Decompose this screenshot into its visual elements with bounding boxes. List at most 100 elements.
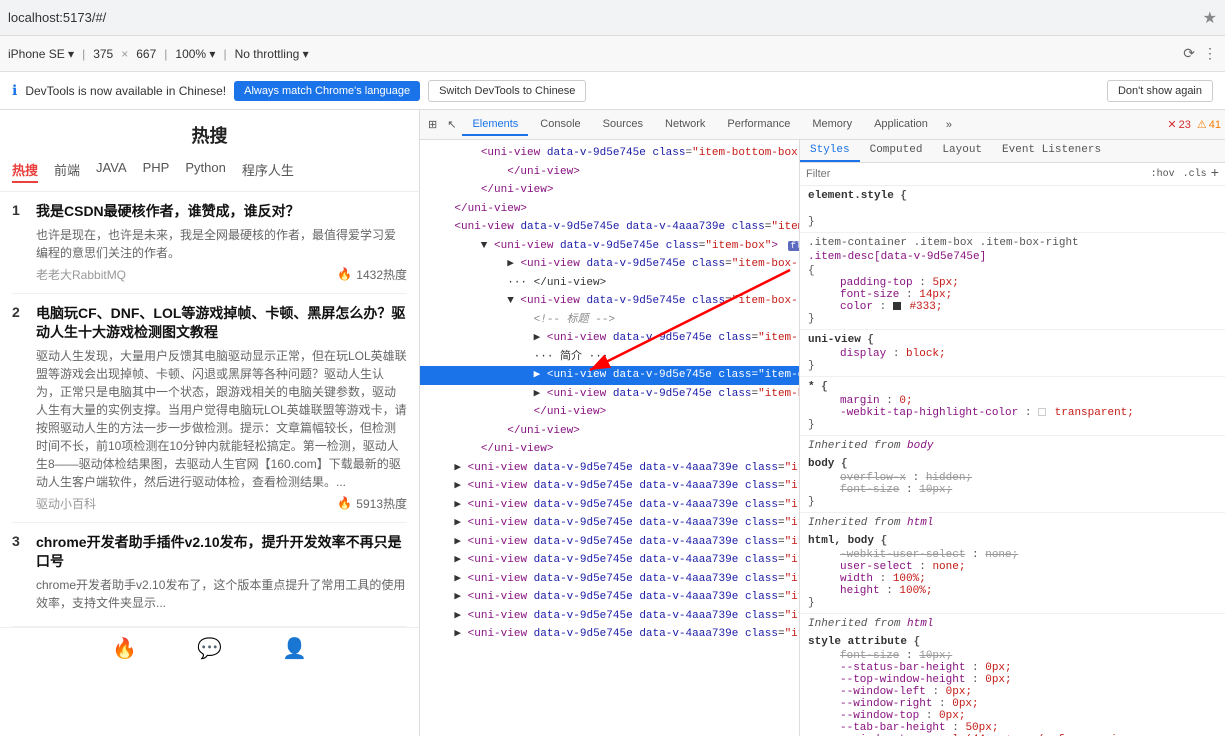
styles-prop-value: 0px; (939, 710, 965, 722)
rotate-icon[interactable]: ⟳ (1183, 45, 1195, 62)
styles-selector-sub: .item-desc[data-v-9d5e745e] (808, 251, 1217, 263)
star-icon[interactable]: ★ (1203, 8, 1217, 28)
tab-java[interactable]: JAVA (96, 160, 127, 183)
match-language-button[interactable]: Always match Chrome's language (234, 81, 420, 101)
elem-line[interactable]: <uni-view data-v-9d5e745e class="item-bo… (420, 144, 799, 163)
styles-prop-row: --window-right : 0px; (824, 698, 1217, 710)
elem-line[interactable]: ··· 简介 ··· (420, 348, 799, 367)
elem-line[interactable]: ▶ <uni-view data-v-9d5e745e data-v-4aaa7… (420, 514, 799, 533)
device-selector[interactable]: iPhone SE ▾ (8, 47, 74, 61)
tab-php[interactable]: PHP (143, 160, 170, 183)
elem-line[interactable]: ▶ <uni-view data-v-9d5e745e class="item-… (420, 255, 799, 274)
elem-line[interactable]: ▶ <uni-view data-v-9d5e745e data-v-4aaa7… (420, 607, 799, 626)
tab-python[interactable]: Python (185, 160, 225, 183)
styles-close-brace: } (808, 496, 1217, 508)
elem-line[interactable]: </uni-view> (420, 440, 799, 459)
browser-url[interactable]: localhost:5173/#/ (8, 10, 1203, 25)
news-number: 3 (12, 533, 28, 549)
news-desc: 也许是现在，也许是未来，我是全网最硬核的作者，最值得爱学习爱编程的意思们关注的作… (36, 226, 407, 262)
tab-hot[interactable]: 热搜 (12, 160, 38, 183)
error-badge[interactable]: ✕ 23 (1167, 118, 1190, 131)
main-layout: 热搜 热搜 前端 JAVA PHP Python 程序人生 1 我是CSDN最硬… (0, 110, 1225, 736)
styles-colon: : (906, 289, 919, 301)
elem-line[interactable]: </uni-view> (420, 403, 799, 422)
tab-memory[interactable]: Memory (802, 114, 862, 136)
news-title[interactable]: 我是CSDN最硬核作者，谁赞成，谁反对？ (36, 202, 300, 222)
styles-colon: : (926, 710, 939, 722)
news-title[interactable]: 电脑玩CF、DNF、LOL等游戏掉帧、卡顿、黑屏怎么办？驱动人生十大游戏检测图文… (36, 304, 407, 343)
styles-cls-button[interactable]: .cls (1183, 169, 1207, 180)
tab-programmer-life[interactable]: 程序人生 (242, 160, 294, 183)
elem-line[interactable]: ▶ <uni-view data-v-9d5e745e data-v-4aaa7… (420, 459, 799, 478)
dont-show-again-button[interactable]: Don't show again (1107, 80, 1213, 102)
styles-item-container: .item-container .item-box .item-box-righ… (800, 233, 1225, 330)
height-value[interactable]: 667 (136, 47, 156, 61)
elem-line[interactable]: ▶ <uni-view data-v-9d5e745e data-v-4aaa7… (420, 477, 799, 496)
elem-line[interactable]: ▶ <uni-view data-v-9d5e745e class="item-… (420, 385, 799, 404)
styles-prop-name: -webkit-tap-highlight-color (840, 407, 1018, 419)
color-swatch (1038, 408, 1046, 416)
elem-line[interactable]: <uni-view data-v-9d5e745e data-v-4aaa739… (420, 218, 799, 237)
device-toolbar: iPhone SE ▾ | 375 × 667 | 100% ▾ | No th… (0, 36, 1225, 72)
styles-filter-input[interactable] (806, 168, 1147, 180)
fire-nav-icon[interactable]: 🔥 (112, 636, 137, 661)
styles-prop-name: --window-left (840, 686, 926, 698)
warn-badge[interactable]: ⚠ 41 (1197, 118, 1221, 131)
tab-elements[interactable]: Elements (462, 114, 528, 136)
elem-line[interactable]: ▶ <uni-view data-v-9d5e745e data-v-4aaa7… (420, 533, 799, 552)
elem-line[interactable]: ▼ <uni-view data-v-9d5e745e class="item-… (420, 292, 799, 311)
styles-prop-row: display : block; (824, 348, 1217, 360)
tab-event-listeners[interactable]: Event Listeners (992, 140, 1111, 162)
tab-console[interactable]: Console (530, 114, 590, 136)
comment-nav-icon[interactable]: 💬 (197, 636, 222, 661)
tab-application[interactable]: Application (864, 114, 938, 136)
elem-line[interactable]: <!-- 标题 --> (420, 311, 799, 330)
dt-tab-more[interactable]: » (940, 115, 958, 135)
throttle-selector[interactable]: No throttling ▾ (235, 47, 309, 61)
elem-line[interactable]: </uni-view> (420, 422, 799, 441)
elem-line[interactable]: </uni-view> (420, 181, 799, 200)
tab-frontend[interactable]: 前端 (54, 160, 80, 183)
styles-plus-button[interactable]: + (1211, 166, 1219, 182)
styles-prop-name: --status-bar-height (840, 662, 965, 674)
styles-prop-row: -webkit-user-select : none; (824, 549, 1217, 561)
elem-line[interactable]: ▶ <uni-view data-v-9d5e745e data-v-4aaa7… (420, 570, 799, 589)
news-item: 3 chrome开发者助手插件v2.10发布，提升开发效率不再只是口号 chro… (12, 523, 407, 627)
elem-line[interactable]: ··· </uni-view> (420, 274, 799, 293)
user-nav-icon[interactable]: 👤 (282, 636, 307, 661)
dt-icon-inspect[interactable]: ↖ (443, 114, 460, 135)
styles-colon: : (919, 277, 932, 289)
styles-colon: : (893, 348, 906, 360)
elem-line-selected[interactable]: ▶ <uni-view data-v-9d5e745e class="item-… (420, 366, 799, 385)
elements-panel[interactable]: <uni-view data-v-9d5e745e class="item-bo… (420, 140, 800, 736)
tab-network[interactable]: Network (655, 114, 715, 136)
elem-line[interactable]: ▶ <uni-view data-v-9d5e745e data-v-4aaa7… (420, 551, 799, 570)
color-swatch (893, 302, 901, 310)
news-title[interactable]: chrome开发者助手插件v2.10发布，提升开发效率不再只是口号 (36, 533, 407, 572)
tab-styles[interactable]: Styles (800, 140, 860, 162)
tab-layout[interactable]: Layout (932, 140, 992, 162)
tab-performance[interactable]: Performance (717, 114, 800, 136)
elem-line[interactable]: ▶ <uni-view data-v-9d5e745e class="item-… (420, 329, 799, 348)
dt-icon-select[interactable]: ⊞ (424, 114, 441, 135)
width-value[interactable]: 375 (93, 47, 113, 61)
elem-line[interactable]: </uni-view> (420, 200, 799, 219)
switch-devtools-button[interactable]: Switch DevTools to Chinese (428, 80, 586, 102)
elem-line[interactable]: ▶ <uni-view data-v-9d5e745e data-v-4aaa7… (420, 625, 799, 644)
elem-line[interactable]: ▶ <uni-view data-v-9d5e745e data-v-4aaa7… (420, 496, 799, 515)
styles-selector-long: .item-container .item-box .item-box-righ… (808, 237, 1217, 249)
news-item: 1 我是CSDN最硬核作者，谁赞成，谁反对？ 也许是现在，也许是未来，我是全网最… (12, 192, 407, 294)
styles-close-brace: } (808, 419, 1217, 431)
elem-line[interactable]: </uni-view> (420, 163, 799, 182)
page-title: 热搜 (0, 110, 419, 156)
news-list: 1 我是CSDN最硬核作者，谁赞成，谁反对？ 也许是现在，也许是未来，我是全网最… (0, 192, 419, 627)
more-icon[interactable]: ⋮ (1203, 45, 1217, 62)
styles-prop-row: --window-left : 0px; (824, 686, 1217, 698)
zoom-selector[interactable]: 100% ▾ (175, 47, 215, 61)
dims-separator2: | (164, 47, 167, 61)
tab-computed[interactable]: Computed (860, 140, 933, 162)
styles-hov-button[interactable]: :hov (1151, 169, 1175, 180)
elem-line[interactable]: ▼ <uni-view data-v-9d5e745e class="item-… (420, 237, 799, 256)
tab-sources[interactable]: Sources (593, 114, 653, 136)
elem-line[interactable]: ▶ <uni-view data-v-9d5e745e data-v-4aaa7… (420, 588, 799, 607)
